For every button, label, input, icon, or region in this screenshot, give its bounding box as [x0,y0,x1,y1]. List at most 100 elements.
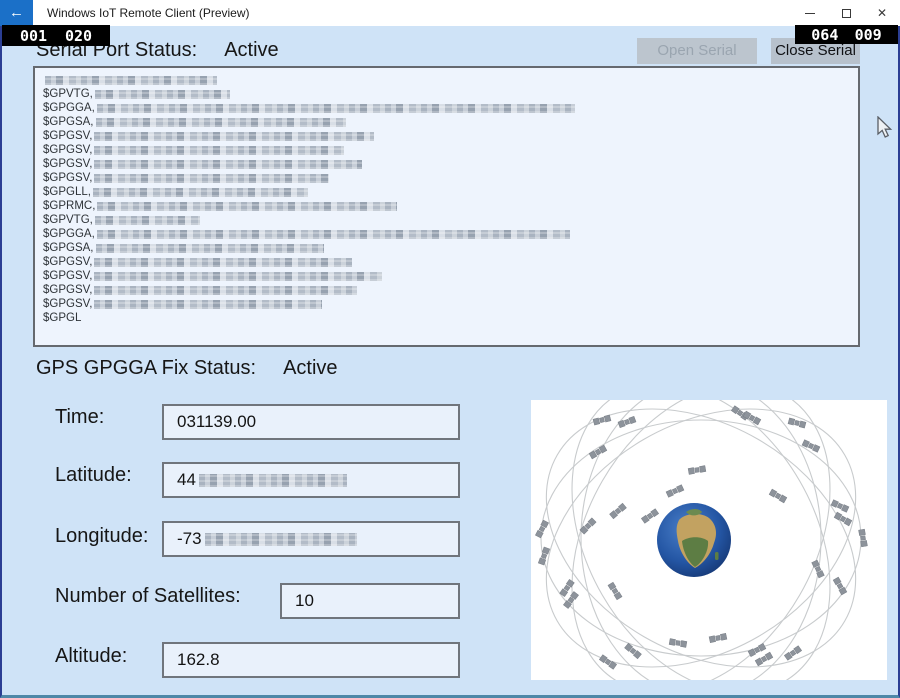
nmea-line: $GPGSV, [43,270,858,284]
nmea-line: $GPGSV, [43,298,858,312]
redacted-text [97,104,575,113]
redacted-text [45,76,217,85]
satellite-count-input[interactable]: 10 [280,583,460,619]
satellite-icon [618,416,636,427]
gps-constellation-image [531,400,887,680]
nmea-line: $GPGSA, [43,116,858,130]
redacted-text [93,188,308,197]
longitude-label: Longitude: [55,525,148,548]
redacted-text [96,244,324,253]
nmea-line: $GPGSV, [43,256,858,270]
redacted-text [97,202,397,211]
maximize-button[interactable] [828,0,864,26]
satellite-icon [669,639,687,648]
redacted-text [94,300,322,309]
satellite-count-value: 10 [295,591,314,611]
altitude-label: Altitude: [55,645,127,668]
satellite-icon [755,652,773,666]
redacted-text [94,258,352,267]
satellite-count-label: Number of Satellites: [55,585,241,608]
nmea-sentence-label: $GPGSV, [43,172,92,184]
badge-value: 009 [855,26,882,44]
caption-buttons: ✕ [792,0,900,26]
time-label: Time: [55,406,104,429]
satellite-icon [625,643,642,659]
nmea-sentence-label: $GPGSV, [43,270,92,282]
back-button[interactable]: ← [0,0,33,26]
back-arrow-icon: ← [9,4,24,21]
nmea-line: $GPGSV, [43,172,858,186]
nmea-line: $GPRMC, [43,200,858,214]
redacted-text [199,474,347,487]
time-input[interactable]: 031139.00 [162,404,460,440]
redacted-text [95,216,200,225]
nmea-sentence-label: $GPGL [43,312,81,324]
latitude-label: Latitude: [55,464,132,487]
latitude-input[interactable]: 44 [162,462,460,498]
nmea-line: $GPGGA, [43,102,858,116]
nmea-sentence-label: $GPGSA, [43,242,94,254]
badge-value: 064 [811,26,838,44]
longitude-value: -73 [177,529,202,549]
nmea-sentence-label: $GPGSV, [43,256,92,268]
minimize-button[interactable] [792,0,828,26]
nmea-line: $GPVTG, [43,88,858,102]
nmea-lines: $GPVTG,$GPGGA,$GPGSA,$GPGSV,$GPGSV,$GPGS… [43,74,858,326]
altitude-input[interactable]: 162.8 [162,642,460,678]
satellite-icon [769,489,787,503]
nmea-sentence-label: $GPGSV, [43,298,92,310]
badge-value: 020 [65,27,92,45]
satellite-icon [812,560,825,578]
minimize-icon [805,13,815,14]
satellite-icon [748,643,766,656]
redacted-text [205,533,357,546]
nmea-sentence-label: $GPRMC, [43,200,95,212]
nmea-line: $GPVTG, [43,214,858,228]
satellite-icon [688,466,706,475]
nmea-sentence-label: $GPVTG, [43,214,93,226]
app-window: ← Windows IoT Remote Client (Preview) ✕ … [0,0,900,698]
nmea-sentence-label: $GPGSV, [43,144,92,156]
maximize-icon [842,9,851,18]
nmea-sentence-label: $GPGGA, [43,102,95,114]
nmea-output-box[interactable]: $GPVTG,$GPGGA,$GPGSA,$GPGSV,$GPGSV,$GPGS… [33,66,860,347]
redacted-text [94,132,374,141]
overlay-badge-top-left: 001 020 [2,25,110,46]
redacted-text [94,146,344,155]
gps-fix-label: GPS GPGGA Fix Status: [36,357,256,379]
nmea-line: $GPGL [43,312,858,326]
nmea-line: $GPGGA, [43,228,858,242]
redacted-text [97,230,570,239]
nmea-sentence-label: $GPGSV, [43,284,92,296]
satellite-icon [666,485,684,498]
nmea-line: $GPGSV, [43,158,858,172]
nmea-sentence-label: $GPVTG, [43,88,93,100]
gps-fix-value: Active [283,357,337,379]
nmea-line [43,74,858,88]
nmea-line: $GPGSV, [43,144,858,158]
open-serial-button[interactable]: Open Serial [637,38,757,64]
satellite-icon [593,415,611,425]
latitude-value: 44 [177,470,196,490]
satellite-icon [641,509,658,524]
satellite-icon [610,503,627,519]
satellite-icon [834,512,852,526]
badge-value: 001 [20,27,47,45]
nmea-sentence-label: $GPGSV, [43,158,92,170]
redacted-text [96,118,346,127]
nmea-line: $GPGSV, [43,284,858,298]
gps-fix-status-heading: GPS GPGGA Fix Status: Active [36,357,338,380]
satellite-icon [535,520,548,538]
serial-status-value: Active [224,39,278,61]
altitude-value: 162.8 [177,650,220,670]
arrow-cursor-icon [877,116,894,145]
satellite-icon [802,440,820,453]
satellite-icon [608,582,622,600]
nmea-line: $GPGLL, [43,186,858,200]
nmea-line: $GPGSV, [43,130,858,144]
satellite-icon [859,529,868,547]
nmea-sentence-label: $GPGGA, [43,228,95,240]
satellite-icon [709,633,727,642]
longitude-input[interactable]: -73 [162,521,460,557]
close-button[interactable]: ✕ [864,0,900,26]
